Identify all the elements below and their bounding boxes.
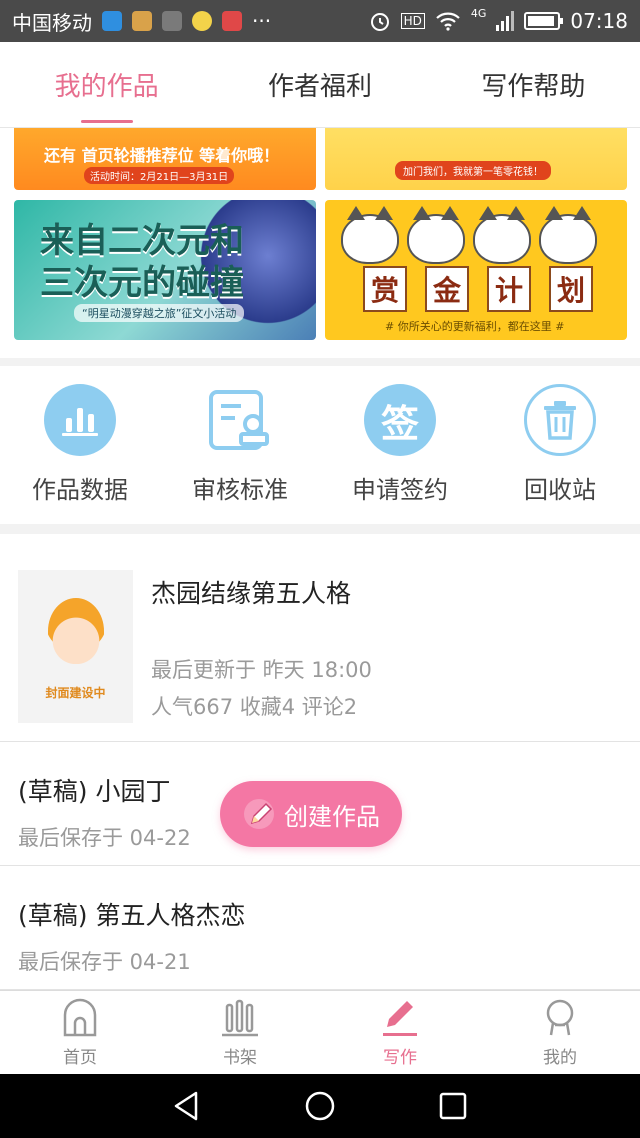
list-item[interactable]: 封面建设中 杰园结缘第五人格 最后更新于 昨天 18:00 人气667 收藏4 … xyxy=(0,534,640,742)
bounty-char: 计 xyxy=(487,266,531,312)
back-icon[interactable] xyxy=(170,1089,204,1123)
quick-actions: 作品数据 审核标准 签 申请签约 回收站 xyxy=(0,366,640,524)
cover-placeholder-avatar xyxy=(48,598,104,664)
nav-write[interactable]: 写作 xyxy=(320,991,480,1074)
top-tabs: 我的作品 作者福利 写作帮助 xyxy=(0,42,640,128)
cat-icon xyxy=(473,206,531,264)
nav-label: 书架 xyxy=(223,1048,257,1068)
pencil-icon xyxy=(244,799,274,829)
draft-title: (草稿) 第五人格杰恋 xyxy=(18,901,246,930)
work-updated: 最后更新于 昨天 18:00 xyxy=(151,658,372,682)
banner-event-title: 来自二次元和三次元的碰撞 xyxy=(40,221,244,303)
carrier-label: 中国移动 xyxy=(12,10,92,35)
draft-title: (草稿) 小园丁 xyxy=(18,777,171,806)
list-item[interactable]: (草稿) 第五人格杰恋 最后保存于 04-21 xyxy=(0,866,640,990)
bounty-char: 划 xyxy=(549,266,593,312)
nav-bookshelf[interactable]: 书架 xyxy=(160,991,320,1074)
action-label: 审核标准 xyxy=(192,476,288,504)
nav-label: 我的 xyxy=(543,1048,577,1068)
draft-saved: 最后保存于 04-21 xyxy=(18,950,191,974)
sign-icon: 签 xyxy=(364,384,436,456)
alarm-icon xyxy=(370,13,389,31)
profile-icon xyxy=(546,999,574,1036)
banner-join-text: 加门我们，我就第一笔零花钱！ xyxy=(395,161,551,180)
banner-bounty-plan[interactable]: 赏 金 计 划 # 你所关心的更新福利，都在这里 # xyxy=(325,200,627,340)
tab-writing-help[interactable]: 写作帮助 xyxy=(427,42,640,127)
action-label: 申请签约 xyxy=(352,476,448,504)
bar-chart-icon xyxy=(44,384,116,456)
banner-carousel-promo[interactable]: 还有 首页轮播推荐位 等着你哦！ 活动时间：2月21日—3月31日 xyxy=(14,128,316,190)
battery-icon xyxy=(524,12,564,30)
banner-grid: 还有 首页轮播推荐位 等着你哦！ 活动时间：2月21日—3月31日 加门我们，我… xyxy=(0,128,640,358)
chat-icon xyxy=(192,11,212,31)
action-recycle-bin[interactable]: 回收站 xyxy=(480,366,640,524)
home-circle-icon[interactable] xyxy=(303,1089,337,1123)
bookshelf-icon xyxy=(222,999,258,1037)
cat-icon xyxy=(539,206,597,264)
cat-icon xyxy=(407,206,465,264)
location-icon xyxy=(102,11,122,31)
create-work-label: 创建作品 xyxy=(284,802,380,831)
home-icon xyxy=(63,998,97,1037)
nav-profile[interactable]: 我的 xyxy=(480,991,640,1074)
action-label: 回收站 xyxy=(524,476,596,504)
nav-label: 写作 xyxy=(383,1048,417,1068)
bottom-nav: 首页 书架 写作 我的 xyxy=(0,990,640,1074)
network-type-label: 4G xyxy=(470,6,487,20)
banner-promo-text: 还有 首页轮播推荐位 等着你哦！ xyxy=(44,146,280,165)
pencil-icon xyxy=(383,1001,417,1036)
book-cover: 封面建设中 xyxy=(18,570,133,723)
bounty-subtitle: # 你所关心的更新福利，都在这里 # xyxy=(385,320,565,333)
clock-time: 07:18 xyxy=(570,9,628,33)
recent-apps-icon[interactable] xyxy=(436,1089,470,1123)
cat-icon xyxy=(341,206,399,264)
action-work-data[interactable]: 作品数据 xyxy=(0,366,160,524)
status-bar: 中国移动 ··· HD 4G 07:18 xyxy=(0,0,640,42)
wifi-icon xyxy=(436,12,460,31)
banner-promo-date: 活动时间：2月21日—3月31日 xyxy=(84,167,235,184)
signal-icon xyxy=(496,11,515,31)
bounty-char: 金 xyxy=(425,266,469,312)
banner-join-us[interactable]: 加门我们，我就第一笔零花钱！ xyxy=(325,128,627,190)
banner-dimension-event[interactable]: 来自二次元和三次元的碰撞 “明星动漫穿越之旅”征文小活动 xyxy=(14,200,316,340)
work-stats: 人气667 收藏4 评论2 xyxy=(151,695,358,719)
trash-icon xyxy=(524,384,596,456)
nav-label: 首页 xyxy=(63,1048,97,1068)
works-list: 封面建设中 杰园结缘第五人格 最后更新于 昨天 18:00 人气667 收藏4 … xyxy=(0,534,640,990)
action-label: 作品数据 xyxy=(32,476,128,504)
banner-event-subtitle: “明星动漫穿越之旅”征文小活动 xyxy=(74,304,245,322)
bounty-char: 赏 xyxy=(363,266,407,312)
nav-home[interactable]: 首页 xyxy=(0,991,160,1074)
create-work-button[interactable]: 创建作品 xyxy=(220,781,402,847)
action-apply-contract[interactable]: 签 申请签约 xyxy=(320,366,480,524)
tab-author-benefits[interactable]: 作者福利 xyxy=(213,42,426,127)
hd-badge: HD xyxy=(400,13,425,29)
clock-app-icon xyxy=(162,11,182,31)
news-icon xyxy=(222,11,242,31)
work-title: 杰园结缘第五人格 xyxy=(151,579,352,608)
app-notification-icon xyxy=(132,11,152,31)
draft-saved: 最后保存于 04-22 xyxy=(18,826,191,850)
cat-illustrations xyxy=(341,206,597,264)
action-review-standards[interactable]: 审核标准 xyxy=(160,366,320,524)
system-navigation-bar xyxy=(0,1074,640,1138)
more-notifications-icon: ··· xyxy=(252,9,272,33)
document-stamp-icon xyxy=(204,384,276,456)
cover-label: 封面建设中 xyxy=(45,686,106,700)
bounty-title: 赏 金 计 划 xyxy=(363,266,593,312)
tab-my-works[interactable]: 我的作品 xyxy=(0,42,213,127)
